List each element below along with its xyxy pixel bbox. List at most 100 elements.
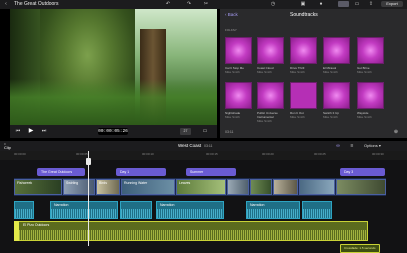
ruler-mark: 00:00:25 xyxy=(314,152,326,156)
title-chip[interactable]: The Great Outdoors xyxy=(37,168,85,176)
title-chip[interactable]: Day 1 xyxy=(116,168,166,176)
soundtrack-artist: Mike Smith xyxy=(257,70,272,74)
link-icon[interactable]: ∞ xyxy=(334,142,342,150)
clip-label: Narration xyxy=(54,203,69,207)
camera-icon[interactable]: ▣ xyxy=(300,1,306,7)
mic-icon[interactable]: ● xyxy=(318,1,324,7)
soundtrack-thumb[interactable] xyxy=(290,37,317,64)
clip-label: Narration xyxy=(160,203,175,207)
soundtrack-artist: Mike Smith xyxy=(225,70,240,74)
soundtrack-item[interactable]: Nightshade Mike Smith xyxy=(225,111,255,119)
timer-icon[interactable]: ◷ xyxy=(270,1,276,7)
playhead[interactable] xyxy=(88,151,89,246)
video-clip[interactable] xyxy=(273,179,298,195)
soundtrack-artist: Mike Smith xyxy=(257,119,272,123)
ruler-mark: 00:00:15 xyxy=(206,152,218,156)
transport-bar: ⏮ ▶ ⏭ 00:00:05:26 27 ▭ xyxy=(10,125,217,138)
soundtrack-artist: Mike Smith xyxy=(323,70,338,74)
video-clip[interactable] xyxy=(299,179,335,195)
video-clip[interactable]: Swirling xyxy=(63,179,95,195)
preview-duration: 03:11 xyxy=(225,130,234,134)
browser-title: Soundtracks xyxy=(290,12,318,18)
soundtrack-item[interactable]: Coast Cloud Mike Smith xyxy=(257,66,287,74)
soundtrack-artist: Mike Smith xyxy=(357,70,372,74)
soundtrack-item[interactable]: Public Universe Instrumental Mike Smith xyxy=(257,111,287,123)
fullscreen-icon[interactable]: ▭ xyxy=(200,127,210,135)
back-chevron-icon[interactable]: ‹ xyxy=(3,1,9,7)
soundtrack-item[interactable]: El Mirasol Mike Smith xyxy=(323,66,353,74)
timeline-header: 0 Clip West Coast 03:11 ∞ ≡ Options ▾ xyxy=(0,141,407,151)
export-button[interactable]: Export xyxy=(381,1,403,7)
redo-icon[interactable]: ↷ xyxy=(186,1,192,7)
soundtrack-artist: Mike Smith xyxy=(357,115,372,119)
title-chip[interactable]: Day 3 xyxy=(340,168,385,176)
soundtrack-thumb[interactable] xyxy=(290,82,317,109)
soundtrack-item[interactable]: Wayside Mike Smith xyxy=(357,111,387,119)
project-name: West Coast xyxy=(178,143,202,148)
soundtrack-artist: Mike Smith xyxy=(225,115,240,119)
browser-toggle-button[interactable] xyxy=(338,1,349,7)
inspector-icon[interactable]: ▭ xyxy=(354,1,360,7)
soundtrack-thumb[interactable] xyxy=(257,82,284,109)
soundtrack-thumb[interactable] xyxy=(257,37,284,64)
ruler-mark: 00:00:30 xyxy=(372,152,384,156)
timecode-display: 00:00:05:26 xyxy=(98,128,128,135)
clip-label: Narration xyxy=(250,203,265,207)
undo-icon[interactable]: ↶ xyxy=(165,1,171,7)
playhead-handle[interactable] xyxy=(86,158,91,165)
section-label: FOLKSY xyxy=(225,28,237,32)
waveform xyxy=(15,230,367,240)
soundtrack-item[interactable]: Switch It Up Mike Smith xyxy=(323,111,353,119)
back-button[interactable]: ‹ Back xyxy=(225,12,238,17)
video-clip[interactable]: Fishcreek xyxy=(14,179,62,195)
video-clip[interactable] xyxy=(227,179,249,195)
soundtrack-item[interactable]: Drive Thrill Mike Smith xyxy=(290,66,320,74)
waveform xyxy=(15,209,33,218)
ruler-mark: 00:00:00 xyxy=(14,152,26,156)
audio-clip[interactable]: Narration xyxy=(246,201,300,219)
soundtracks-browser: ‹ Back Soundtracks FOLKSY Can't Stop Me M… xyxy=(220,9,407,138)
soundtrack-thumb[interactable] xyxy=(357,37,384,64)
audio-clip[interactable]: Narration xyxy=(50,201,118,219)
share-icon[interactable]: ⇪ xyxy=(368,1,374,7)
video-clip[interactable]: Leaves xyxy=(176,179,226,195)
skip-forward-icon[interactable]: ⏭ xyxy=(40,127,48,135)
video-clip[interactable]: Running Water xyxy=(121,179,175,195)
soundtrack-thumb[interactable] xyxy=(357,82,384,109)
clip-label: Fishcreek xyxy=(17,181,33,185)
video-viewer[interactable] xyxy=(10,9,217,125)
music-start-handle[interactable] xyxy=(14,221,19,241)
music-clip[interactable]: El Pizo Outdoors xyxy=(14,221,368,241)
time-ruler[interactable]: 00:00:00 00:00:05 00:00:10 00:00:15 00:0… xyxy=(0,151,407,160)
clip-label: Running Water xyxy=(124,181,148,185)
audio-clip[interactable] xyxy=(14,201,34,219)
soundtrack-thumb[interactable] xyxy=(225,82,252,109)
soundtrack-item[interactable]: Gut Brixe Mike Smith xyxy=(357,66,387,74)
audio-clip[interactable]: Narration xyxy=(156,201,224,219)
play-icon[interactable]: ▶ xyxy=(27,127,35,135)
skip-back-icon[interactable]: ⏮ xyxy=(14,127,22,135)
soundtrack-item[interactable]: Can't Stop Me Mike Smith xyxy=(225,66,255,74)
clip-appearance-icon[interactable]: ≡ xyxy=(348,142,356,150)
clip-label[interactable]: Clip xyxy=(4,145,11,150)
ruler-mark: 00:00:05 xyxy=(76,152,88,156)
video-clip[interactable]: Birds xyxy=(96,179,120,195)
options-button[interactable]: Options ▾ xyxy=(364,143,381,148)
video-clip[interactable] xyxy=(250,179,272,195)
soundtrack-title: Public Universe Instrumental xyxy=(257,111,278,119)
audio-clip[interactable] xyxy=(120,201,152,219)
soundtrack-thumb[interactable] xyxy=(225,37,252,64)
video-clip[interactable] xyxy=(336,179,386,195)
soundtrack-thumb[interactable] xyxy=(323,82,350,109)
soundtrack-item[interactable]: Run It Out Mike Smith xyxy=(290,111,320,119)
title-chip[interactable]: Summer xyxy=(186,168,236,176)
add-icon[interactable]: ⊕ xyxy=(392,128,400,136)
soundtrack-thumb[interactable] xyxy=(323,37,350,64)
audio-clip[interactable] xyxy=(302,201,332,219)
scissors-icon[interactable]: ✂ xyxy=(203,1,209,7)
music-clip-label: El Pizo Outdoors xyxy=(23,223,50,227)
waveform xyxy=(303,209,331,218)
soundtrack-artist: Mike Smith xyxy=(290,70,305,74)
ruler-mark: 00:00:20 xyxy=(262,152,274,156)
zoom-value[interactable]: 27 xyxy=(180,128,191,135)
